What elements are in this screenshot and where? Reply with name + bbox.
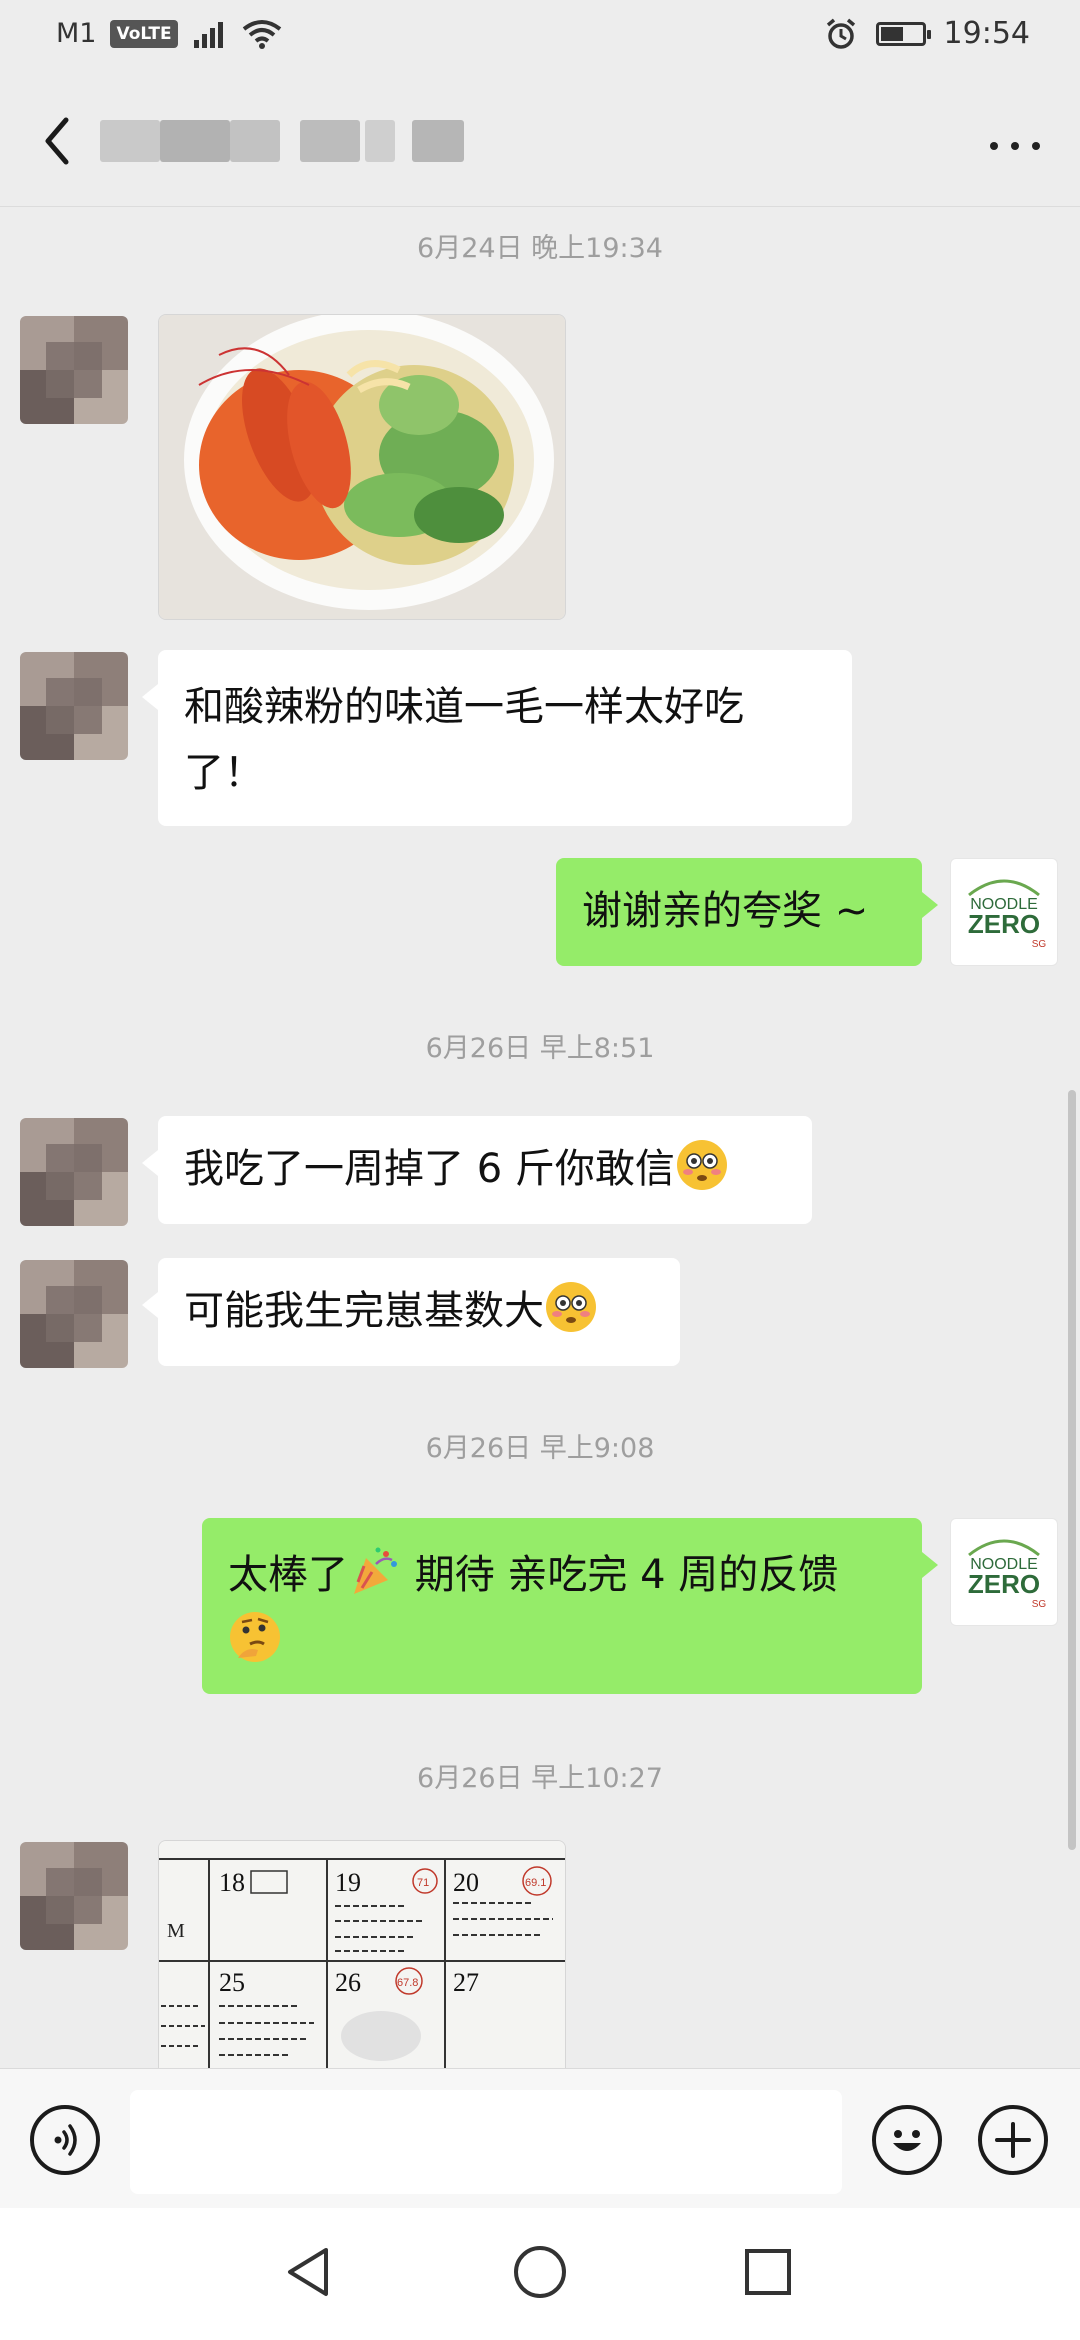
brand-line3: SG bbox=[1032, 1599, 1047, 1610]
outgoing-message[interactable]: 太棒了 期待 亲吃完 4 周的反馈 bbox=[202, 1518, 938, 1694]
status-right: 19:54 bbox=[824, 16, 1030, 51]
timestamp: 6月26日 早上10:27 bbox=[417, 1763, 663, 1794]
message-text: 期待 亲吃完 4 周的反馈 bbox=[402, 1552, 839, 1598]
calendar-photo[interactable]: M 18 19 71 20 69.1 25 26 67.8 27 bbox=[158, 1840, 566, 2069]
cal-day-19: 19 bbox=[335, 1868, 361, 1897]
status-bar: M1 VoLTE 19:54 bbox=[0, 0, 1080, 76]
timestamp: 6月26日 早上8:51 bbox=[425, 1033, 655, 1064]
voice-button[interactable] bbox=[30, 2105, 100, 2175]
cal-day-25: 25 bbox=[219, 1968, 245, 1997]
contact-avatar[interactable] bbox=[20, 652, 128, 760]
noodle-zero-avatar[interactable]: NOODLE ZERO SG bbox=[950, 858, 1058, 966]
contact-avatar[interactable] bbox=[20, 1260, 128, 1368]
party-popper-emoji-icon bbox=[354, 1547, 397, 1594]
cal-left-mark: M bbox=[167, 1920, 185, 1942]
thinking-face-emoji-icon bbox=[230, 1612, 280, 1662]
noodle-zero-logo: NOODLE ZERO SG bbox=[968, 1539, 1047, 1610]
brand-line3: SG bbox=[1032, 939, 1047, 950]
timestamp: 6月26日 早上9:08 bbox=[425, 1433, 655, 1464]
message-text-line: 了！ bbox=[184, 750, 264, 796]
brand-line2: ZERO bbox=[968, 909, 1040, 939]
chat-screen: M1 VoLTE 19:54 6月24日 晚上19:34 和酸辣粉的味道一毛一样… bbox=[0, 0, 1080, 2340]
chat-title-blurred bbox=[100, 120, 480, 162]
flushed-face-emoji-icon bbox=[546, 1282, 596, 1332]
plus-icon bbox=[995, 2122, 1031, 2158]
cal-weight-19: 71 bbox=[417, 1877, 429, 1889]
message-text-line: 和酸辣粉的味道一毛一样太好吃 bbox=[184, 684, 744, 730]
wifi-icon bbox=[242, 19, 281, 49]
cal-day-20: 20 bbox=[453, 1868, 479, 1897]
timestamp: 6月24日 晚上19:34 bbox=[417, 233, 663, 264]
cal-day-27: 27 bbox=[453, 1968, 479, 1997]
cal-day-18: 18 bbox=[219, 1868, 245, 1897]
battery-icon bbox=[875, 21, 931, 46]
chevron-left-icon bbox=[45, 117, 69, 165]
incoming-message[interactable]: 可能我生完崽基数大 bbox=[142, 1258, 680, 1366]
volte-badge: VoLTE bbox=[110, 19, 178, 48]
message-input[interactable] bbox=[130, 2090, 842, 2194]
system-navigation-bar bbox=[0, 2208, 1080, 2340]
chat-header bbox=[0, 76, 1080, 207]
cal-weight-20: 69.1 bbox=[525, 1877, 546, 1889]
noodle-zero-avatar[interactable]: NOODLE ZERO SG bbox=[950, 1518, 1058, 1626]
outgoing-message[interactable]: 谢谢亲的夸奖 ~ bbox=[556, 858, 938, 966]
message-text-line: 太棒了 期待 亲吃完 4 周的反馈 bbox=[228, 1542, 896, 1608]
clock: 19:54 bbox=[943, 16, 1030, 51]
brand-line2: ZERO bbox=[968, 1569, 1040, 1599]
plus-button[interactable] bbox=[978, 2105, 1048, 2175]
incoming-message[interactable]: 我吃了一周掉了 6 斤你敢信 bbox=[142, 1116, 812, 1224]
emoji-button[interactable] bbox=[872, 2105, 942, 2175]
status-left: M1 VoLTE bbox=[56, 18, 282, 49]
nav-recents-icon[interactable] bbox=[738, 2242, 798, 2302]
noodle-zero-logo: NOODLE ZERO SG bbox=[968, 879, 1047, 950]
incoming-message[interactable]: 和酸辣粉的味道一毛一样太好吃 了！ bbox=[142, 650, 852, 826]
message-text-line bbox=[228, 1608, 896, 1674]
flushed-face-emoji-icon bbox=[676, 1140, 727, 1190]
message-text: 可能我生完崽基数大 bbox=[184, 1288, 544, 1334]
cal-day-26: 26 bbox=[335, 1968, 361, 1997]
contact-avatar[interactable] bbox=[20, 316, 128, 424]
contact-avatar[interactable] bbox=[20, 1842, 128, 1950]
voice-icon bbox=[54, 2124, 77, 2156]
nav-back-icon[interactable] bbox=[280, 2242, 340, 2302]
signal-icon bbox=[193, 21, 223, 48]
handwritten-calendar-image: M 18 19 71 20 69.1 25 26 67.8 27 bbox=[159, 1841, 565, 2069]
noodle-bowl-image bbox=[159, 315, 565, 619]
more-options-button[interactable] bbox=[980, 120, 1050, 170]
message-text: 谢谢亲的夸奖 ~ bbox=[582, 888, 869, 934]
noodle-photo[interactable] bbox=[158, 314, 566, 620]
carrier-label: M1 bbox=[56, 18, 97, 49]
message-text: 我吃了一周掉了 6 斤你敢信 bbox=[184, 1146, 675, 1192]
input-bar bbox=[0, 2068, 1080, 2209]
alarm-icon bbox=[826, 18, 855, 49]
cal-weight-26: 67.8 bbox=[397, 1977, 418, 1989]
message-text: 太棒了 bbox=[228, 1552, 348, 1598]
contact-avatar[interactable] bbox=[20, 1118, 128, 1226]
scrollbar[interactable] bbox=[1068, 1090, 1076, 1850]
nav-home-icon[interactable] bbox=[510, 2242, 570, 2302]
back-button[interactable] bbox=[32, 106, 92, 176]
emoji-icon bbox=[893, 2130, 921, 2151]
